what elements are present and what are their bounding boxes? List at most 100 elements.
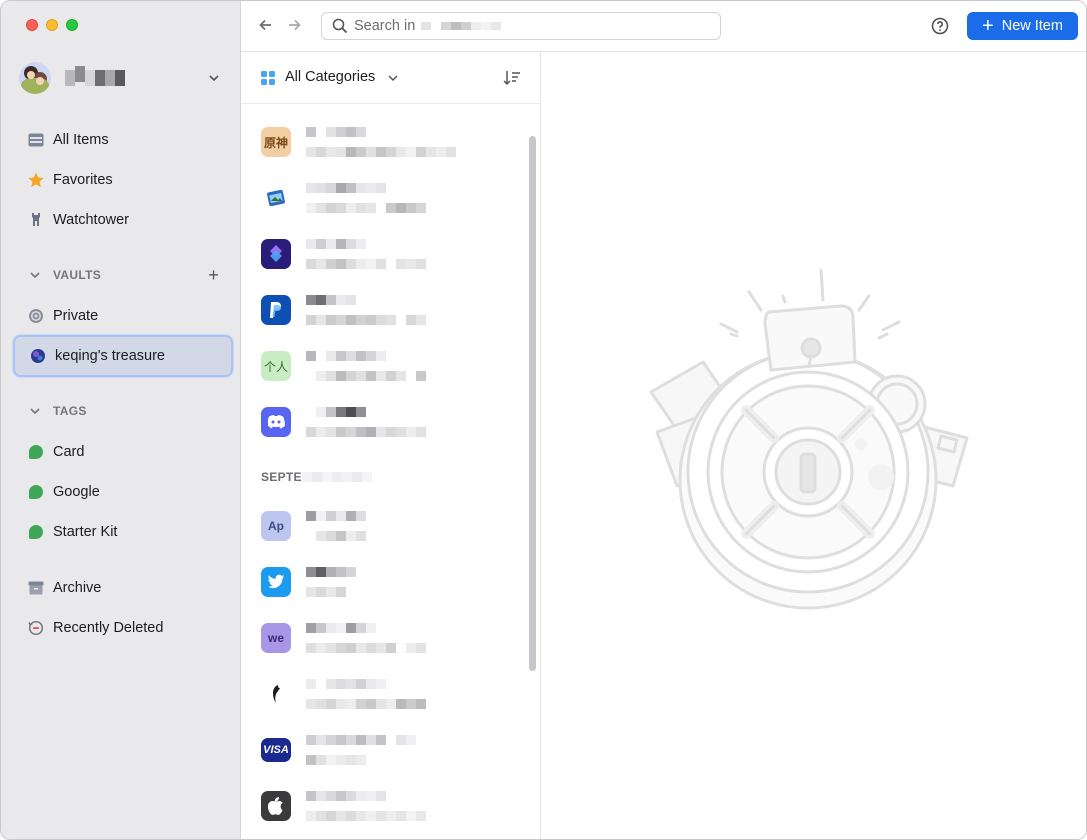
list-item[interactable] <box>241 552 531 612</box>
sidebar-item-favorites[interactable]: Favorites <box>13 162 233 198</box>
vault-icon <box>27 307 45 325</box>
tag-icon <box>27 523 45 541</box>
list-item[interactable] <box>241 224 531 284</box>
item-subtitle-redacted <box>306 699 426 709</box>
account-name-redacted <box>65 66 125 86</box>
item-subtitle-redacted <box>306 147 456 157</box>
add-vault-button[interactable]: + <box>208 265 219 286</box>
list-item[interactable]: 原神 <box>241 112 531 172</box>
item-title-redacted <box>306 791 386 801</box>
archive-icon <box>27 579 45 597</box>
sidebar-item-tag-card[interactable]: Card <box>13 434 233 470</box>
group-label-text: SEPTE <box>261 470 302 484</box>
help-icon[interactable] <box>931 17 949 35</box>
item-subtitle-redacted <box>306 371 426 381</box>
search-placeholder: Search in <box>354 18 416 34</box>
sidebar-item-label: Recently Deleted <box>53 620 164 636</box>
item-title-redacted <box>306 511 366 521</box>
sidebar-item-private-vault[interactable]: Private <box>13 298 233 334</box>
feather-icon <box>261 679 291 709</box>
item-list: All Categories 原神 个人 SEPTE Ap we VISA <box>241 52 541 839</box>
tags-header-label: TAGS <box>53 404 87 418</box>
sidebar-item-label: Favorites <box>53 172 113 188</box>
list-scrollbar[interactable] <box>529 136 536 671</box>
group-date-label: SEPTE <box>261 470 372 484</box>
categories-grid-icon <box>261 71 275 85</box>
list-item[interactable] <box>241 280 531 340</box>
new-item-button[interactable]: + New Item <box>967 12 1078 40</box>
forward-button[interactable] <box>285 16 303 34</box>
sidebar-item-label: Google <box>53 484 100 500</box>
list-item[interactable]: we <box>241 608 531 668</box>
item-title-redacted <box>306 351 386 361</box>
list-item[interactable] <box>241 168 531 228</box>
item-subtitle-redacted <box>306 811 426 821</box>
new-item-label: New Item <box>1001 18 1063 34</box>
we-icon: we <box>261 623 291 653</box>
sidebar-item-label: Card <box>53 444 85 460</box>
window-controls <box>26 19 78 31</box>
item-title-redacted <box>306 183 386 193</box>
detail-pane <box>541 52 1086 839</box>
stack-app-icon <box>261 239 291 269</box>
sidebar-item-label: Starter Kit <box>53 524 118 540</box>
tag-icon <box>27 443 45 461</box>
sidebar-item-tag-google[interactable]: Google <box>13 474 233 510</box>
tags-section-header[interactable]: TAGS <box>29 401 229 421</box>
item-title-redacted <box>306 127 366 137</box>
globe-vault-icon <box>29 347 47 365</box>
genshin-icon: 原神 <box>261 127 291 157</box>
item-title-redacted <box>306 295 356 305</box>
sidebar-item-label: Archive <box>53 580 102 596</box>
list-item[interactable] <box>241 776 531 836</box>
avatar <box>19 62 51 94</box>
item-title-redacted <box>306 679 386 689</box>
vaults-section-header[interactable]: VAULTS + <box>29 265 229 285</box>
arrow-right-icon <box>289 19 301 31</box>
app-window: All Items Favorites Watchtower VAULTS + … <box>0 0 1087 840</box>
sidebar-item-watchtower[interactable]: Watchtower <box>13 202 233 238</box>
item-subtitle-redacted <box>306 315 426 325</box>
recently-deleted-icon <box>27 619 45 637</box>
sidebar-item-label: keqing's treasure <box>55 348 165 364</box>
item-subtitle-redacted <box>306 587 346 597</box>
list-item[interactable]: 个人 <box>241 336 531 396</box>
chevron-down-icon <box>209 75 219 82</box>
sort-icon[interactable] <box>503 70 521 86</box>
sidebar-item-all-items[interactable]: All Items <box>13 122 233 158</box>
zoom-window-button[interactable] <box>66 19 78 31</box>
close-window-button[interactable] <box>26 19 38 31</box>
chevron-down-icon <box>30 272 40 279</box>
item-title-redacted <box>306 567 356 577</box>
sidebar-item-tag-starter-kit[interactable]: Starter Kit <box>13 514 233 550</box>
account-switcher[interactable] <box>19 61 229 95</box>
list-item[interactable]: Ap <box>241 496 531 556</box>
search-icon <box>332 18 348 34</box>
apple-icon <box>261 791 291 821</box>
search-vault-name-redacted <box>421 22 502 30</box>
item-subtitle-redacted <box>306 531 366 541</box>
item-subtitle-redacted <box>306 203 426 213</box>
empty-vault-illustration <box>649 268 969 610</box>
sidebar-item-label: Private <box>53 308 99 324</box>
item-subtitle-redacted <box>306 259 426 269</box>
sidebar-item-recently-deleted[interactable]: Recently Deleted <box>13 610 233 646</box>
item-title-redacted <box>306 407 366 417</box>
personal-icon: 个人 <box>261 351 291 381</box>
list-item[interactable] <box>241 664 531 724</box>
sidebar-item-keqing-vault[interactable]: keqing's treasure <box>13 335 233 377</box>
category-filter[interactable]: All Categories <box>285 69 375 85</box>
list-item[interactable] <box>241 392 531 452</box>
sidebar-item-archive[interactable]: Archive <box>13 570 233 606</box>
item-title-redacted <box>306 239 366 249</box>
search-input[interactable]: Search in <box>321 12 721 40</box>
paypal-icon <box>261 295 291 325</box>
ap-icon: Ap <box>261 511 291 541</box>
tag-icon <box>27 483 45 501</box>
list-item[interactable]: VISA <box>241 720 531 780</box>
chevron-down-icon[interactable] <box>387 72 399 84</box>
back-button[interactable] <box>257 16 275 34</box>
discord-icon <box>261 407 291 437</box>
minimize-window-button[interactable] <box>46 19 58 31</box>
twitter-icon <box>261 567 291 597</box>
